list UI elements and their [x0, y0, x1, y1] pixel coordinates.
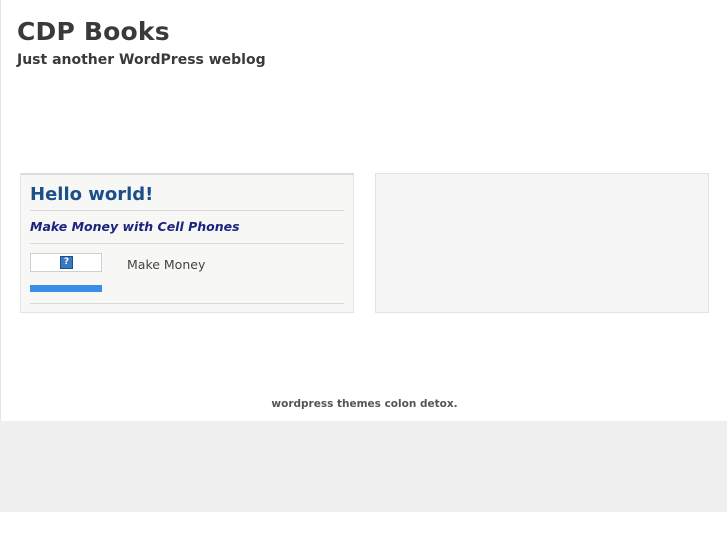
- site-title[interactable]: CDP Books: [17, 17, 170, 46]
- sidebar-widget: [375, 173, 709, 313]
- post-title-link[interactable]: Hello world!: [30, 184, 153, 205]
- footer-credit[interactable]: wordpress themes colon detox.: [1, 398, 727, 410]
- divider: [30, 210, 344, 211]
- site-tagline: Just another WordPress weblog: [17, 52, 266, 68]
- page: CDP Books Just another WordPress weblog …: [0, 0, 727, 421]
- ad-image-box[interactable]: ?: [30, 253, 102, 272]
- post-card: Hello world! Make Money with Cell Phones…: [20, 173, 354, 313]
- post-subtitle: Make Money with Cell Phones: [30, 219, 240, 234]
- broken-image-icon: ?: [60, 256, 73, 269]
- accent-bar: [30, 285, 102, 292]
- divider: [30, 243, 344, 244]
- ad-label[interactable]: Make Money: [127, 257, 205, 272]
- divider: [30, 303, 344, 304]
- footer-band: [0, 421, 727, 512]
